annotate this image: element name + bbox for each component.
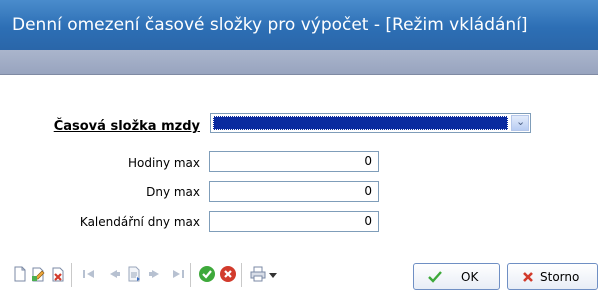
toolbar-separator: [190, 263, 191, 287]
previous-record-icon[interactable]: [104, 265, 122, 283]
window-title: Denní omezení časové složky pro výpočet …: [12, 15, 528, 35]
chevron-down-icon: ⌄: [516, 115, 526, 128]
hours-max-label: Hodiny max: [128, 156, 200, 170]
next-record-icon[interactable]: [147, 265, 165, 283]
storno-button[interactable]: Storno: [507, 263, 598, 290]
print-dropdown-icon[interactable]: [269, 273, 277, 278]
calendar-days-max-label: Kalendářní dny max: [79, 215, 200, 229]
combo-selection: [213, 116, 508, 130]
last-record-icon[interactable]: [169, 265, 187, 283]
confirm-icon[interactable]: [198, 265, 216, 283]
new-document-icon[interactable]: [11, 265, 29, 283]
toolbar-separator: [241, 263, 242, 287]
days-max-label: Dny max: [146, 185, 200, 199]
record-detail-icon[interactable]: [125, 265, 143, 283]
close-icon: [523, 272, 533, 282]
checkmark-icon: [428, 271, 442, 283]
ok-label: OK: [461, 270, 479, 284]
header-strip: [0, 50, 598, 75]
calendar-days-max-input[interactable]: 0: [209, 211, 379, 232]
time-component-label: Časová složka mzdy: [53, 119, 200, 134]
hours-max-input[interactable]: 0: [209, 151, 379, 172]
time-component-select[interactable]: ⌄: [210, 113, 531, 133]
days-max-input[interactable]: 0: [209, 181, 379, 202]
first-record-icon[interactable]: [80, 265, 98, 283]
print-icon[interactable]: [249, 265, 267, 283]
title-bar: Denní omezení časové složky pro výpočet …: [0, 0, 598, 50]
ok-button[interactable]: OK: [413, 263, 500, 290]
delete-document-icon[interactable]: [49, 265, 67, 283]
cancel-icon[interactable]: [219, 265, 237, 283]
storno-label: Storno: [540, 270, 580, 284]
dropdown-button[interactable]: ⌄: [511, 115, 529, 131]
toolbar-separator: [71, 263, 72, 287]
edit-document-icon[interactable]: [29, 265, 47, 283]
